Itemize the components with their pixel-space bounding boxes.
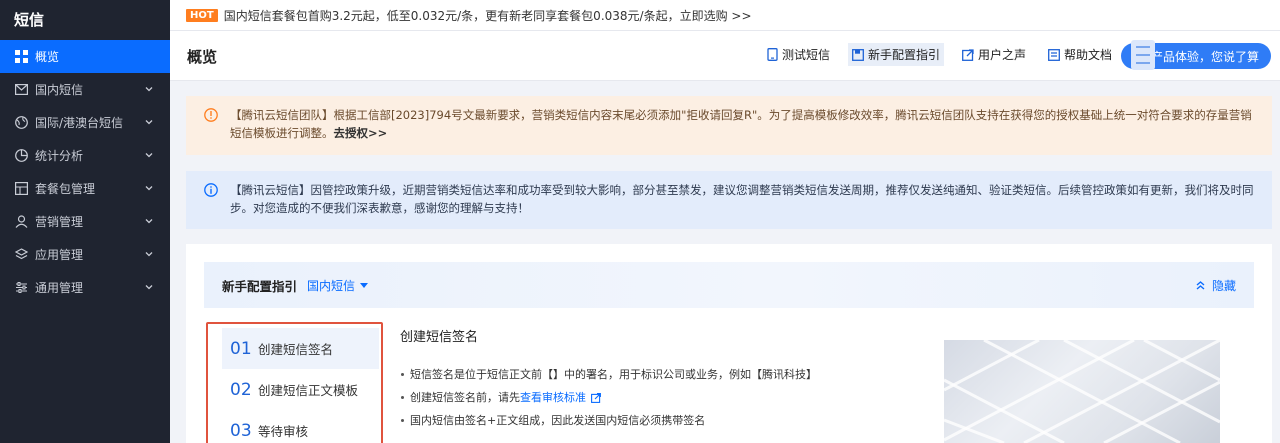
phone-icon: [767, 48, 778, 61]
grid-icon: [14, 50, 28, 64]
page-header: 概览 测试短信 新手配置指引 用户之声 帮助文档 产品体验，您说了算: [170, 31, 1280, 81]
sidebar-item-label: 套餐包管理: [35, 182, 96, 196]
sidebar-item-package-management[interactable]: 套餐包管理: [0, 172, 170, 205]
layers-icon: [14, 248, 28, 262]
detail-title: 创建短信签名: [400, 330, 479, 345]
test-sms-link[interactable]: 测试短信: [763, 43, 834, 66]
sidebar-item-label: 统计分析: [35, 149, 84, 163]
info-icon: [204, 183, 218, 197]
user-voice-link[interactable]: 用户之声: [958, 43, 1030, 66]
feedback-button[interactable]: 产品体验，您说了算: [1121, 40, 1271, 70]
external-link-icon[interactable]: [591, 392, 601, 403]
external-link-icon: [962, 48, 974, 61]
sidebar-item-domestic-sms[interactable]: 国内短信: [0, 73, 170, 106]
sidebar-item-marketing-management[interactable]: 营销管理: [0, 205, 170, 238]
hide-button[interactable]: 隐藏: [1195, 277, 1236, 294]
guide-card: 新手配置指引 国内短信 隐藏 01 创建短信签名 02 创建短信正文模板 03 …: [186, 244, 1272, 443]
package-icon: [14, 182, 28, 196]
sidebar-item-label: 应用管理: [35, 248, 84, 262]
chevron-down-icon: [145, 252, 153, 257]
chevron-down-icon: [145, 120, 153, 125]
header-links: 测试短信 新手配置指引 用户之声 帮助文档: [749, 43, 1116, 66]
double-chevron-up-icon: [1196, 281, 1205, 290]
sidebar-item-overview[interactable]: 概览: [0, 40, 170, 73]
globe-icon: [14, 116, 28, 130]
step-list: 01 创建短信签名 02 创建短信正文模板 03 等待审核: [206, 322, 383, 443]
hot-badge: HOT: [186, 8, 218, 22]
page-title: 概览: [187, 48, 218, 66]
detail-bullet: 创建短信签名前，请先 查看审核标准: [400, 386, 920, 409]
doc-icon: [1048, 48, 1060, 61]
warning-icon: [204, 108, 218, 122]
sidebar-item-general-management[interactable]: 通用管理: [0, 271, 170, 304]
step-item[interactable]: 02 创建短信正文模板: [222, 369, 379, 410]
info-text: 【腾讯云短信】因管控政策升级，近期营销类短信达率和成功率受到较大影响，部分甚至禁…: [230, 183, 1254, 215]
chevron-down-icon: [145, 87, 153, 92]
chevron-down-icon: [145, 285, 153, 290]
chevron-down-icon: [145, 186, 153, 191]
warning-notice: 【腾讯云短信团队】根据工信部[2023]794号文最新要求，营销类短信内容末尾必…: [186, 96, 1272, 155]
pie-chart-icon: [14, 149, 28, 163]
guide-title: 新手配置指引: [222, 278, 298, 294]
chevron-down-icon: [145, 153, 153, 158]
beginner-guide-link[interactable]: 新手配置指引: [847, 43, 944, 66]
detail-bullet: 短信签名是位于短信正文前【】中的署名，用于标识公司或业务，例如【腾讯科技】: [400, 363, 920, 386]
sidebar-item-label: 通用管理: [35, 281, 84, 295]
sidebar-title: 短信: [14, 11, 45, 29]
book-icon: [852, 48, 864, 61]
mail-icon: [14, 83, 28, 97]
caret-down-icon: [360, 282, 369, 288]
help-docs-link[interactable]: 帮助文档: [1044, 43, 1116, 66]
chevron-down-icon: [145, 219, 153, 224]
sidebar-item-app-management[interactable]: 应用管理: [0, 238, 170, 271]
guide-header: 新手配置指引 国内短信 隐藏: [204, 262, 1254, 308]
step-detail: 创建短信签名 短信签名是位于短信正文前【】中的署名，用于标识公司或业务，例如【腾…: [400, 326, 920, 432]
step-item[interactable]: 01 创建短信签名: [222, 328, 379, 369]
sidebar-item-international-sms[interactable]: 国际/港澳台短信: [0, 106, 170, 139]
announcement-text[interactable]: 国内短信套餐包首购3.2元起，低至0.032元/条，更有新老同享套餐包0.038…: [224, 7, 752, 24]
sidebar-item-statistics[interactable]: 统计分析: [0, 139, 170, 172]
document-icon: [1131, 40, 1155, 70]
sidebar-item-label: 概览: [35, 50, 60, 64]
sidebar-item-label: 国内短信: [35, 83, 84, 97]
detail-bullet: 国内短信由签名+正文组成，因此发送国内短信必须携带签名: [400, 409, 920, 432]
sidebar: 短信 概览 国内短信 国际/港澳台短信 统计分析 套餐包管理 营销管理 应用管理…: [0, 0, 170, 443]
sms-type-dropdown[interactable]: 国内短信: [307, 277, 369, 294]
review-standard-link[interactable]: 查看审核标准: [520, 386, 586, 409]
sliders-icon: [14, 281, 28, 295]
announcement-bar[interactable]: HOT 国内短信套餐包首购3.2元起，低至0.032元/条，更有新老同享套餐包0…: [170, 0, 1280, 31]
info-notice: 【腾讯云短信】因管控政策升级，近期营销类短信达率和成功率受到较大影响，部分甚至禁…: [186, 171, 1272, 229]
sidebar-item-label: 营销管理: [35, 215, 84, 229]
authorize-link[interactable]: 去授权>>: [334, 126, 388, 140]
sidebar-item-label: 国际/港澳台短信: [35, 116, 124, 130]
user-icon: [14, 215, 28, 229]
guide-illustration: [944, 340, 1220, 443]
step-item[interactable]: 03 等待审核: [222, 410, 379, 443]
